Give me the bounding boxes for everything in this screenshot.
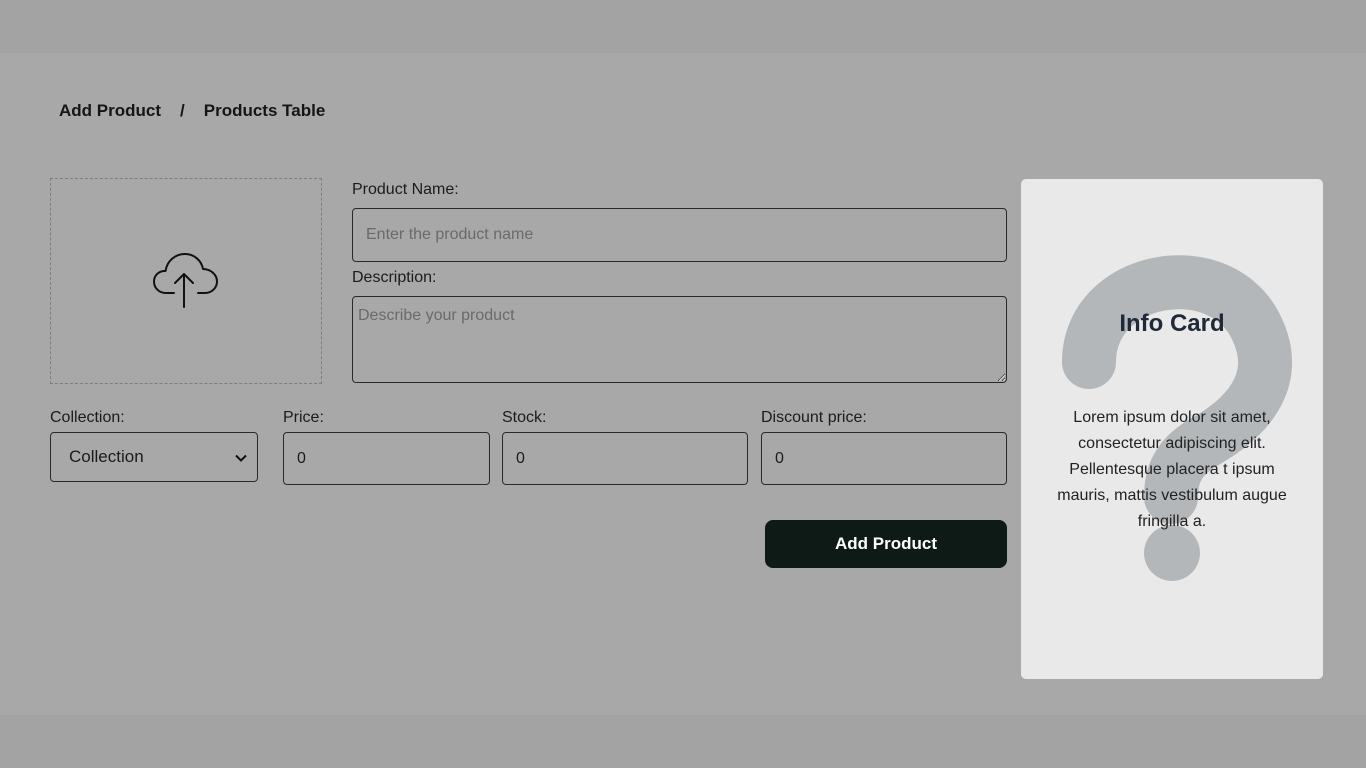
description-textarea[interactable] [352,296,1007,383]
top-band [0,0,1366,53]
breadcrumb: Add Product / Products Table [59,101,325,121]
chevron-down-icon [235,447,247,467]
cloud-upload-icon [152,247,220,316]
breadcrumb-separator: / [180,101,185,120]
product-name-input[interactable] [352,208,1007,262]
collection-select-value: Collection [69,447,144,466]
price-input[interactable] [283,432,490,485]
stock-input[interactable] [502,432,748,485]
add-product-button[interactable]: Add Product [765,520,1007,568]
info-card-title: Info Card [1119,310,1225,337]
breadcrumb-add-product[interactable]: Add Product [59,101,161,121]
collection-label: Collection: [50,409,125,426]
bottom-band [0,715,1366,768]
stock-label: Stock: [502,409,547,426]
discount-price-input[interactable] [761,432,1007,485]
collection-select[interactable]: Collection [50,432,258,482]
image-upload-dropzone[interactable] [50,178,322,384]
price-label: Price: [283,409,324,426]
discount-price-label: Discount price: [761,409,867,426]
description-label: Description: [352,269,437,286]
info-card-body: Lorem ipsum dolor sit amet, consectetur … [1057,409,1287,530]
info-card: Info Card Lorem ipsum dolor sit amet, co… [1021,179,1323,679]
breadcrumb-products-table[interactable]: Products Table [204,101,326,121]
product-name-label: Product Name: [352,181,459,198]
